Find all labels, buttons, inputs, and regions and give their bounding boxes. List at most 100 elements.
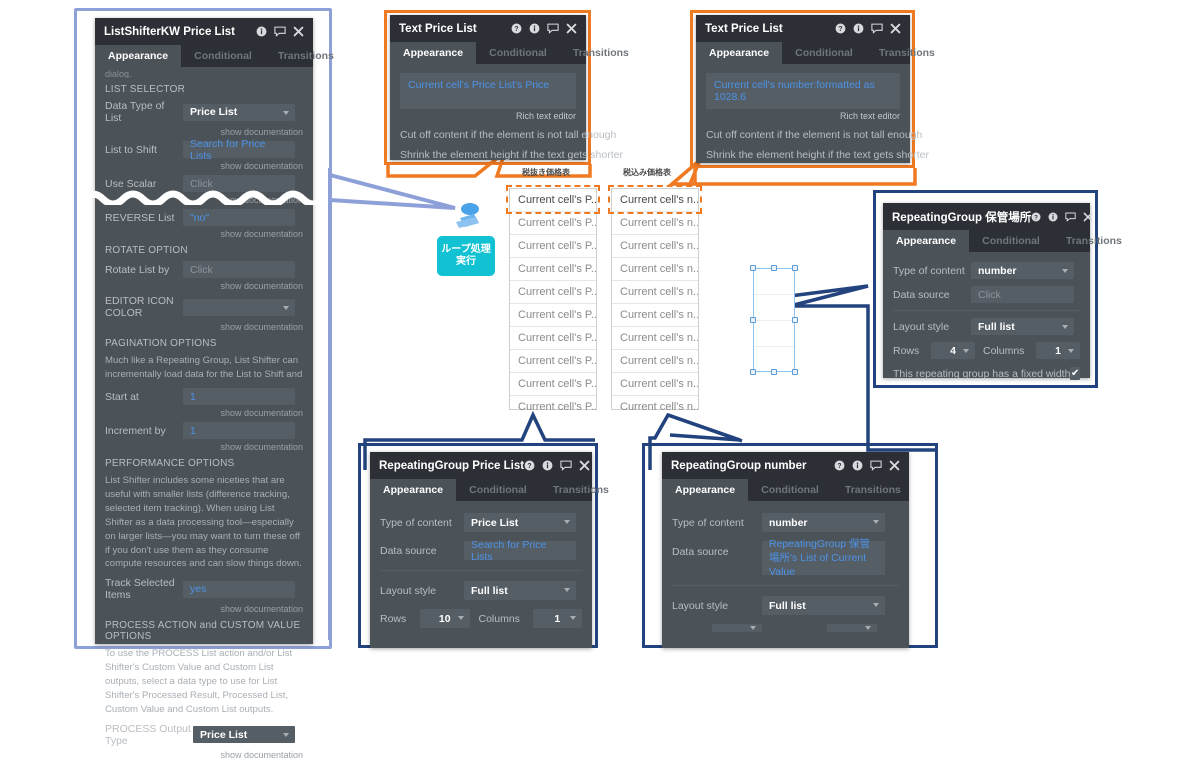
help-icon[interactable]: ? (834, 460, 845, 471)
text-content-expression[interactable]: Current cell's number:formatted as 1028.… (714, 79, 875, 103)
tab-transitions[interactable]: Transitions (1053, 230, 1135, 252)
comment-icon[interactable] (560, 460, 572, 471)
help-icon[interactable]: ? (1031, 212, 1041, 222)
layout-style-dropdown[interactable]: Full list (464, 581, 576, 600)
resize-handle-e[interactable] (792, 317, 798, 323)
preview-cell[interactable]: Current cell's P... (510, 258, 596, 281)
info-icon[interactable] (529, 23, 540, 34)
resize-handle-ne[interactable] (792, 265, 798, 271)
data-type-of-list-dropdown[interactable]: Price List (183, 103, 295, 121)
start-at-field[interactable]: 1 (183, 388, 295, 405)
type-of-content-dropdown[interactable]: number (971, 262, 1074, 279)
preview-cell[interactable]: Current cell's P... (510, 327, 596, 350)
preview-cell[interactable]: Current cell's P... (510, 350, 596, 373)
close-icon[interactable] (579, 460, 590, 471)
tab-transitions[interactable]: Transitions (540, 479, 622, 501)
show-documentation-link[interactable]: show documentation (105, 442, 303, 452)
selected-repeating-group[interactable] (753, 268, 795, 372)
rows-dropdown-clipped[interactable] (712, 624, 762, 632)
preview-cell[interactable]: Current cell's n... (612, 258, 698, 281)
comment-icon[interactable] (870, 460, 882, 471)
tab-appearance[interactable]: Appearance (662, 479, 749, 501)
columns-dropdown-clipped[interactable] (827, 624, 877, 632)
info-icon[interactable] (1048, 212, 1058, 222)
columns-dropdown[interactable]: 1 (1036, 342, 1080, 359)
resize-handle-sw[interactable] (750, 369, 756, 375)
tab-conditional[interactable]: Conditional (969, 230, 1053, 252)
process-output-type-dropdown[interactable]: Price List (193, 726, 295, 744)
data-source-field[interactable]: Click (971, 286, 1074, 303)
rotate-list-by-field[interactable]: Click (183, 261, 295, 278)
preview-cell[interactable]: Current cell's P... (510, 304, 596, 327)
type-of-content-dropdown[interactable]: Price List (464, 513, 576, 532)
tab-appearance[interactable]: Appearance (95, 45, 182, 67)
editor-icon-color-dropdown[interactable] (183, 298, 295, 316)
close-icon[interactable] (566, 23, 577, 34)
show-documentation-link[interactable]: show documentation (105, 604, 303, 614)
reverse-list-field[interactable]: "no" (183, 209, 295, 226)
preview-cell[interactable]: Current cell's n... (612, 396, 698, 419)
tab-appearance[interactable]: Appearance (390, 42, 477, 64)
help-icon[interactable]: ? (511, 23, 522, 34)
comment-icon[interactable] (871, 23, 883, 34)
close-icon[interactable] (293, 26, 304, 37)
tab-transitions[interactable]: Transitions (832, 479, 914, 501)
info-icon[interactable] (542, 460, 553, 471)
preview-cell[interactable]: Current cell's n... (612, 304, 698, 327)
tab-transitions[interactable]: Transitions (866, 42, 948, 64)
text-content-expression[interactable]: Current cell's Price List's Price (408, 79, 549, 91)
resize-handle-n[interactable] (771, 265, 777, 271)
tab-conditional[interactable]: Conditional (181, 45, 265, 67)
help-icon[interactable]: ? (524, 460, 535, 471)
tab-conditional[interactable]: Conditional (748, 479, 832, 501)
preview-cell[interactable]: Current cell's n... (612, 350, 698, 373)
rows-dropdown[interactable]: 4 (931, 342, 975, 359)
preview-cell[interactable]: Current cell's P... (510, 281, 596, 304)
tab-conditional[interactable]: Conditional (476, 42, 560, 64)
tab-transitions[interactable]: Transitions (265, 45, 347, 67)
show-documentation-link[interactable]: show documentation (105, 281, 303, 291)
layout-style-dropdown[interactable]: Full list (762, 596, 885, 615)
preview-cell[interactable]: Current cell's n... (612, 281, 698, 304)
data-source-field[interactable]: RepeatingGroup 保管場所's List of Current Va… (762, 538, 885, 578)
fixed-width-checkbox[interactable]: ✔ (1070, 367, 1080, 380)
preview-cell[interactable]: Current cell's n... (612, 212, 698, 235)
loop-process-button[interactable]: ループ処理 実行 (437, 236, 495, 276)
show-documentation-link[interactable]: show documentation (105, 161, 303, 171)
help-icon[interactable]: ? (835, 23, 846, 34)
resize-handle-w[interactable] (750, 317, 756, 323)
comment-icon[interactable] (1065, 212, 1076, 222)
comment-icon[interactable] (274, 26, 286, 37)
rich-text-editor-label[interactable]: Rich text editor (400, 111, 576, 121)
show-documentation-link[interactable]: show documentation (105, 408, 303, 418)
show-documentation-link[interactable]: show documentation (105, 229, 303, 239)
tab-appearance[interactable]: Appearance (883, 230, 970, 252)
track-selected-items-field[interactable]: yes (183, 580, 295, 598)
tab-transitions[interactable]: Transitions (560, 42, 642, 64)
rich-text-editor-label[interactable]: Rich text editor (706, 111, 900, 121)
comment-icon[interactable] (547, 23, 559, 34)
increment-by-field[interactable]: 1 (183, 422, 295, 439)
preview-cell[interactable]: Current cell's n... (612, 235, 698, 258)
preview-cell[interactable]: Current cell's n... (612, 373, 698, 396)
preview-cell[interactable]: Current cell's n... (612, 327, 698, 350)
columns-dropdown[interactable]: 1 (532, 609, 582, 628)
resize-handle-se[interactable] (792, 369, 798, 375)
tab-appearance[interactable]: Appearance (696, 42, 783, 64)
info-icon[interactable] (853, 23, 864, 34)
tab-conditional[interactable]: Conditional (782, 42, 866, 64)
show-documentation-link[interactable]: show documentation (105, 750, 303, 760)
preview-cell[interactable]: Current cell's P... (510, 396, 596, 419)
rows-dropdown[interactable]: 10 (420, 609, 470, 628)
resize-handle-nw[interactable] (750, 265, 756, 271)
tab-appearance[interactable]: Appearance (370, 479, 457, 501)
resize-handle-s[interactable] (771, 369, 777, 375)
show-documentation-link[interactable]: show documentation (105, 127, 303, 137)
layout-style-dropdown[interactable]: Full list (971, 318, 1074, 335)
data-source-field[interactable]: Search for Price Lists (464, 539, 576, 563)
preview-cell[interactable]: Current cell's P... (510, 212, 596, 235)
close-icon[interactable] (890, 23, 901, 34)
preview-column-price-list[interactable]: Current cell's P... Current cell's P... Cu… (509, 188, 597, 413)
info-icon[interactable] (852, 460, 863, 471)
type-of-content-dropdown[interactable]: number (762, 513, 885, 532)
